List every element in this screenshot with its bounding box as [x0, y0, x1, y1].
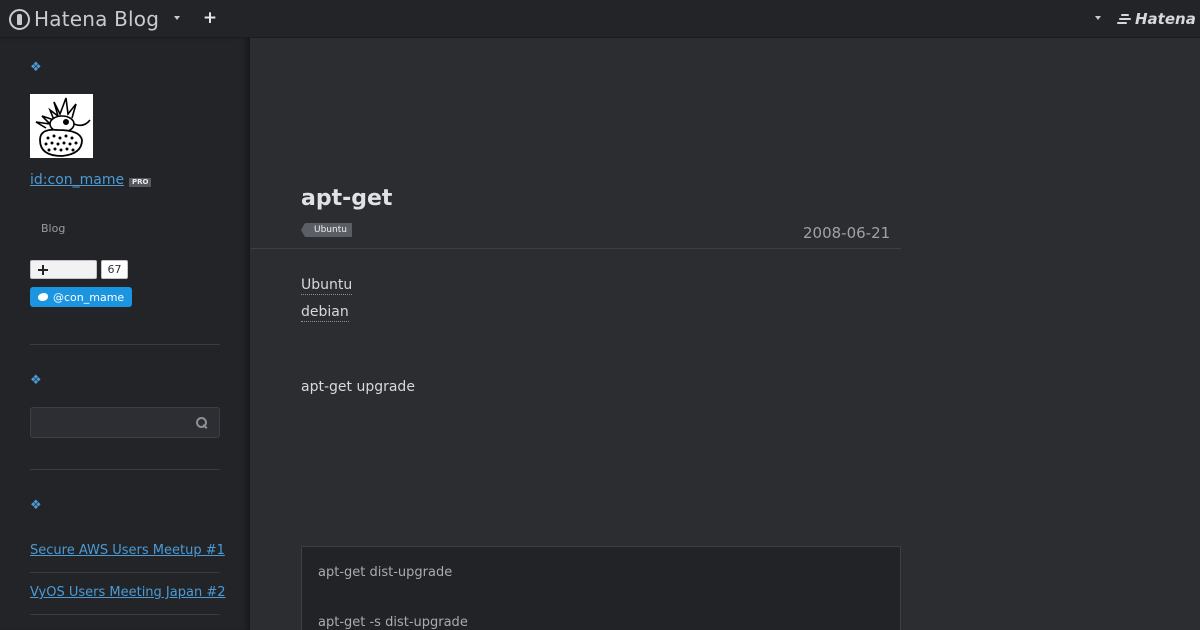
code-line: apt-get dist-upgrade	[318, 565, 453, 580]
code-block: apt-get dist-upgrade apt-get -s dist-upg…	[301, 546, 901, 630]
section-icon: ❖	[30, 498, 42, 513]
recent-entry-link[interactable]: Secure AWS Users Meetup #1	[30, 543, 225, 558]
keyword-link[interactable]: debian	[301, 304, 349, 322]
divider	[30, 469, 220, 470]
divider	[251, 248, 901, 249]
category-tag[interactable]: Ubuntu	[301, 223, 352, 237]
plus-icon[interactable]: +	[202, 9, 218, 27]
twitter-follow-button[interactable]: @con_mame	[30, 287, 132, 307]
recent-entry-link[interactable]: VyOS Users Meeting Japan #2	[30, 585, 226, 600]
post-date[interactable]: 2008-06-21	[803, 224, 890, 242]
post-body-text: apt-get upgrade	[301, 379, 415, 395]
keyword-link[interactable]: Ubuntu	[301, 277, 353, 295]
chevron-down-icon[interactable]	[1092, 10, 1104, 26]
twitter-handle: @con_mame	[53, 290, 125, 304]
logo-text: Hatena Blog	[34, 7, 160, 31]
hatena-blog-logo-icon	[9, 8, 30, 30]
pro-badge: PRO	[129, 178, 152, 187]
user-id-link[interactable]: id:con_mame	[30, 172, 124, 188]
bookmark-plus-icon[interactable]	[30, 260, 97, 279]
section-icon: ❖	[30, 60, 42, 75]
hatena-blog-logo[interactable]: Hatena Blog	[9, 6, 159, 32]
hatena-logo-icon	[1117, 13, 1132, 25]
section-icon: ❖	[30, 373, 42, 388]
sidebar: ❖ id:con_mame PRO Blog 67 @con_mame ❖ ❖ …	[0, 38, 250, 630]
search-input[interactable]	[30, 407, 220, 438]
divider	[30, 614, 220, 615]
top-bar: Hatena Blog + Hatena	[0, 0, 1200, 38]
post-title[interactable]: apt-get	[301, 186, 392, 211]
chevron-down-icon[interactable]	[171, 10, 183, 26]
twitter-bird-icon	[37, 292, 49, 302]
search-icon[interactable]	[196, 417, 208, 429]
avatar[interactable]	[30, 94, 93, 158]
hatena-link[interactable]: Hatena	[1117, 10, 1196, 28]
code-line: apt-get -s dist-upgrade	[318, 615, 468, 630]
blog-label: Blog	[41, 222, 66, 235]
bookmark-count[interactable]: 67	[101, 260, 128, 279]
divider	[30, 572, 220, 573]
divider	[30, 344, 220, 345]
hatena-brand-text: Hatena	[1135, 10, 1196, 28]
